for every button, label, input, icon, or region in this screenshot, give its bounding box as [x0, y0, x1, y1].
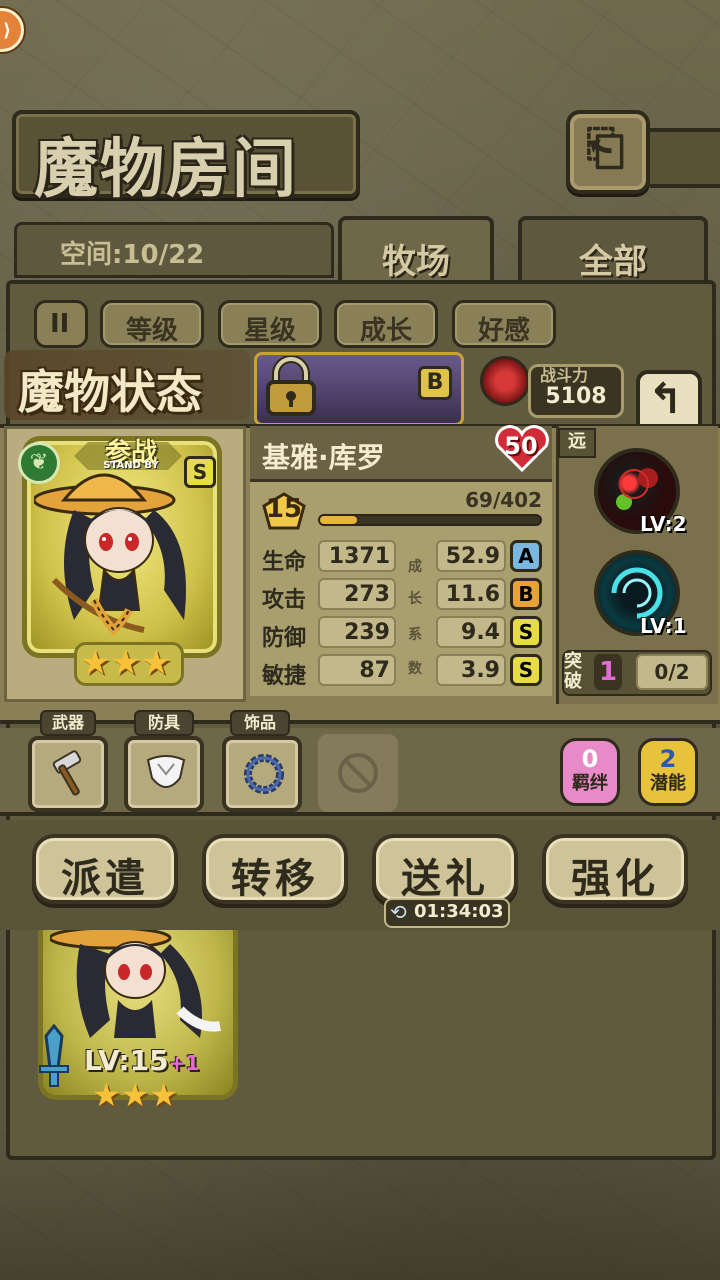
- accessory-slot[interactable]: [222, 736, 302, 812]
- growth-grade-agi: S: [510, 654, 542, 686]
- dispatch-button[interactable]: 派遣: [32, 834, 178, 904]
- sort-toggle-button[interactable]: II: [34, 300, 88, 348]
- stat-value-agi: 87: [359, 658, 390, 683]
- weapon-slot[interactable]: [28, 736, 108, 812]
- growth-value-def: 9.4: [461, 620, 500, 645]
- break-count: 1: [594, 654, 622, 690]
- growth-char: 成: [408, 559, 422, 575]
- menu-icon: ⟩: [3, 20, 12, 41]
- list-card-level-plus: +1: [168, 1051, 200, 1075]
- timer-text: 01:34:03: [414, 901, 504, 922]
- bond-button[interactable]: 0 羁绊: [560, 738, 620, 806]
- back-plate-extension: [650, 128, 720, 188]
- stat-label-agi: 敏捷: [262, 664, 307, 689]
- bracelet-icon: [244, 754, 284, 794]
- monster-character-art: [34, 473, 186, 636]
- power-value: 5108: [545, 384, 607, 409]
- skill-1-level: LV:2: [640, 512, 687, 536]
- growth-grade-atk: B: [510, 578, 542, 610]
- potential-button[interactable]: 2 潜能: [638, 738, 698, 806]
- stat-value-atk: 273: [344, 582, 390, 607]
- armor-tag: 防具: [134, 710, 194, 736]
- stat-value-hp: 1371: [328, 544, 390, 569]
- pause-icon: II: [50, 309, 70, 339]
- lock-icon: [266, 356, 316, 416]
- growth-value-atk: 11.6: [445, 582, 500, 607]
- action-label: 强化: [571, 855, 659, 902]
- monster-stars: ★★★: [80, 643, 172, 683]
- stat-label-atk: 攻击: [262, 588, 307, 613]
- monster-list-card-art: [50, 930, 221, 1038]
- monster-level: 15: [265, 494, 303, 524]
- list-card-stars: ★★★: [92, 1076, 179, 1114]
- exp-text: 69/402: [465, 488, 542, 512]
- power-label: 战斗力: [540, 366, 589, 385]
- affection-value: 50: [504, 432, 538, 460]
- refresh-icon: ⟲: [390, 900, 407, 924]
- growth-char: 数: [408, 661, 422, 677]
- bond-count: 0: [581, 745, 599, 773]
- enhance-button[interactable]: 强化: [542, 834, 688, 904]
- sort-level-button[interactable]: 等级: [100, 300, 204, 348]
- hammer-icon: [52, 750, 82, 796]
- list-card-level: LV:15+1: [84, 1044, 199, 1077]
- skill-2-level: LV:1: [640, 614, 687, 638]
- sort-label: 成长: [359, 316, 412, 346]
- break-label: 突破: [564, 651, 582, 692]
- sort-growth-button[interactable]: 成长: [334, 300, 438, 348]
- stat-label-hp: 生命: [262, 550, 307, 575]
- fire-element-icon: [480, 356, 530, 406]
- list-card-level-text: LV:15: [84, 1044, 169, 1077]
- back-button[interactable]: ⎗: [566, 110, 650, 194]
- transfer-button[interactable]: 转移: [202, 834, 348, 904]
- page-title: 魔物房间: [34, 132, 298, 207]
- disabled-slot: [318, 734, 398, 812]
- growth-char: 系: [408, 627, 422, 643]
- break-progress: 0/2: [636, 654, 708, 690]
- sort-label: 等级: [125, 316, 178, 346]
- space-count: 空间:10/22: [60, 240, 205, 270]
- return-icon: ↰: [648, 374, 684, 423]
- gift-button[interactable]: 送礼: [372, 834, 518, 904]
- growth-grade-hp: A: [510, 540, 542, 572]
- growth-grade-def: S: [510, 616, 542, 648]
- back-icon: ⎗: [586, 120, 625, 176]
- action-label: 转移: [231, 855, 319, 902]
- sort-star-button[interactable]: 星级: [218, 300, 322, 348]
- armor-icon: [146, 755, 186, 788]
- tab-label: 全部: [579, 242, 647, 282]
- tab-label: 牧场: [382, 242, 450, 282]
- potential-label: 潜能: [650, 773, 686, 794]
- stat-label-def: 防御: [262, 626, 307, 651]
- potential-count: 2: [659, 745, 677, 773]
- exp-bar-fill: [320, 516, 357, 524]
- growth-char: 长: [408, 591, 422, 607]
- accessory-tag: 饰品: [230, 710, 290, 736]
- tab-ranch[interactable]: 牧场: [338, 216, 494, 286]
- weapon-tag: 武器: [40, 710, 96, 736]
- tab-all[interactable]: 全部: [518, 216, 708, 286]
- action-label: 派遣: [61, 855, 149, 902]
- locked-card-grade: B: [418, 366, 452, 400]
- leaf-element-icon: ❦: [18, 442, 60, 484]
- monster-grade-badge: S: [184, 456, 216, 488]
- bond-label: 羁绊: [572, 773, 608, 794]
- sort-affection-button[interactable]: 好感: [452, 300, 556, 348]
- sword-icon: [39, 1024, 69, 1087]
- monster-name: 基雅·库罗: [262, 441, 385, 474]
- sort-label: 好感: [477, 316, 530, 346]
- sort-label: 星级: [243, 316, 296, 346]
- status-title: 魔物状态: [4, 350, 250, 420]
- armor-slot[interactable]: [124, 736, 204, 812]
- standby-sublabel: STAND BY: [103, 460, 159, 471]
- prohibited-icon: [338, 753, 378, 793]
- growth-value-hp: 52.9: [445, 544, 500, 569]
- action-label: 送礼: [401, 855, 489, 902]
- growth-value-agi: 3.9: [461, 658, 500, 683]
- bottom-shade: [0, 1160, 720, 1280]
- range-tag: 远: [558, 428, 596, 458]
- stat-value-def: 239: [344, 620, 390, 645]
